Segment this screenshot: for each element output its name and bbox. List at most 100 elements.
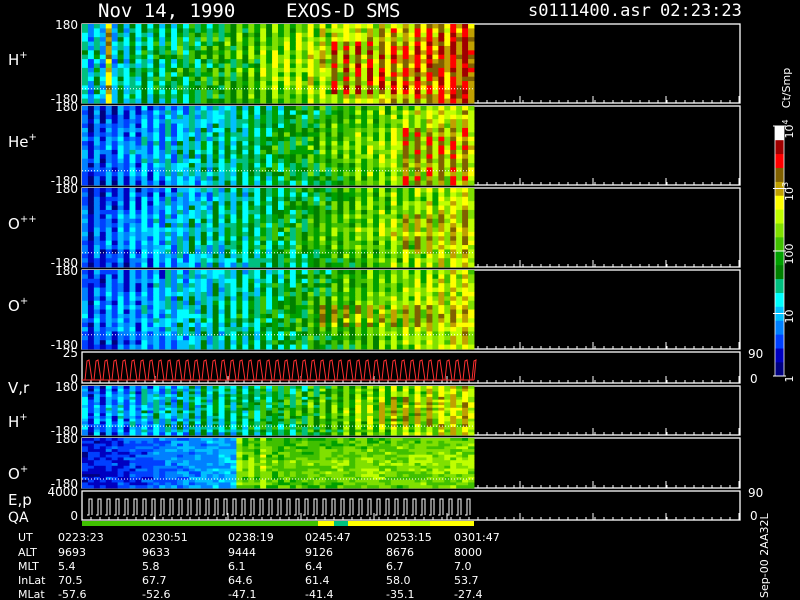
- spectrogram-cell: [248, 214, 255, 220]
- spectrogram-cell: [367, 141, 374, 146]
- spectrogram-cell: [355, 127, 362, 133]
- spectrogram-cell: [361, 149, 368, 155]
- spectrogram-cell: [105, 313, 113, 319]
- spectrogram-cell: [82, 236, 89, 242]
- spectrogram-cell: [349, 89, 356, 95]
- spectrogram-cell: [361, 253, 368, 259]
- spectrogram-cell: [367, 171, 374, 177]
- spectrogram-cell: [153, 123, 160, 129]
- spectrogram-cell: [283, 291, 291, 297]
- spectrogram-cell: [313, 72, 321, 78]
- spectrogram-cell: [272, 81, 279, 86]
- spectrogram-cell: [218, 145, 225, 151]
- spectrogram-cell: [159, 335, 166, 341]
- spectrogram-cell: [224, 258, 231, 264]
- spectrogram-cell: [343, 41, 350, 47]
- spectrogram-cell: [378, 37, 386, 43]
- spectrogram-cell: [153, 287, 160, 293]
- spectrogram-cell: [331, 274, 338, 280]
- spectrogram-cell: [260, 167, 267, 173]
- spectrogram-cell: [390, 98, 398, 104]
- spectrogram-cell: [153, 171, 160, 177]
- spectrogram-cell: [171, 132, 178, 138]
- spectrogram-cell: [153, 231, 160, 237]
- spectrogram-cell: [373, 322, 380, 328]
- spectrogram-cell: [408, 81, 416, 86]
- spectrogram-cell: [105, 141, 113, 146]
- spectrogram-cell: [99, 63, 107, 69]
- spectrogram-cell: [224, 158, 231, 164]
- spectrogram-cell: [283, 114, 291, 120]
- spectrogram-cell: [384, 305, 392, 310]
- spectrogram-cell: [147, 331, 154, 337]
- spectrogram-cell: [194, 45, 202, 51]
- spectrogram-cell: [337, 287, 344, 293]
- spectrogram-cell: [99, 192, 107, 198]
- spectrogram-cell: [349, 45, 356, 51]
- spectrogram-cell: [301, 145, 309, 151]
- spectrogram-cell: [408, 249, 416, 255]
- spectrogram-cell: [206, 141, 214, 146]
- spectrogram-cell: [260, 313, 267, 319]
- spectrogram-cell: [206, 180, 214, 186]
- spectrogram-cell: [206, 344, 214, 350]
- spectrogram-cell: [289, 76, 297, 82]
- spectrogram-cell: [325, 258, 332, 264]
- spectrogram-cell: [177, 245, 184, 250]
- spectrogram-cell: [313, 32, 321, 38]
- spectrogram-cell: [242, 94, 249, 100]
- spectrogram-cell: [396, 167, 404, 173]
- spectrogram-cell: [432, 110, 439, 116]
- spectrogram-cell: [111, 171, 119, 177]
- spectrogram-cell: [159, 28, 166, 34]
- spectrogram-cell: [289, 236, 297, 242]
- spectrogram-cell: [295, 300, 303, 306]
- spectrogram-cell: [384, 231, 392, 237]
- spectrogram-cell: [135, 300, 142, 306]
- spectrogram-cell: [367, 309, 374, 315]
- spectrogram-cell: [468, 209, 475, 215]
- spectrogram-cell: [361, 205, 368, 211]
- spectrogram-cell: [165, 72, 172, 78]
- spectrogram-cell: [200, 76, 208, 82]
- spectrogram-cell: [278, 322, 285, 328]
- spectrogram-cell: [355, 313, 362, 319]
- spectrogram-cell: [212, 223, 220, 228]
- spectrogram-cell: [135, 32, 142, 38]
- spectrogram-cell: [111, 262, 119, 268]
- spectrogram-cell: [147, 81, 154, 86]
- spectrogram-cell: [420, 287, 427, 293]
- spectrogram-cell: [373, 127, 380, 133]
- spectrogram-cell: [272, 176, 279, 182]
- spectrogram-cell: [117, 106, 125, 111]
- spectrogram-cell: [260, 287, 267, 293]
- spectrogram-cell: [177, 110, 184, 116]
- spectrogram-cell: [426, 227, 433, 233]
- spectrogram-cell: [444, 258, 451, 264]
- spectrogram-cell: [278, 141, 285, 146]
- spectrogram-cell: [408, 37, 416, 43]
- spectrogram-cell: [111, 335, 119, 341]
- spectrogram-cell: [278, 283, 285, 289]
- spectrogram-cell: [248, 67, 255, 73]
- spectrogram-cell: [349, 344, 356, 350]
- spectrogram-cell: [301, 141, 309, 146]
- spectrogram-cell: [301, 291, 309, 297]
- spectrogram-cell: [224, 167, 231, 173]
- spectrogram-cell: [188, 106, 196, 111]
- spectrogram-cell: [462, 136, 469, 142]
- spectrogram-cell: [396, 236, 404, 242]
- spectrogram-cell: [135, 176, 142, 182]
- spectrogram-cell: [129, 240, 136, 246]
- spectrogram-cell: [224, 262, 231, 268]
- spectrogram-cell: [105, 136, 113, 142]
- spectrogram-cell: [194, 59, 202, 64]
- spectrogram-cell: [230, 163, 237, 168]
- spectrogram-cell: [224, 141, 231, 146]
- spectrogram-cell: [159, 41, 166, 47]
- spectrogram-cell: [361, 340, 368, 346]
- spectrogram-cell: [295, 327, 303, 332]
- spectrogram-cell: [254, 176, 261, 182]
- spectrogram-cell: [384, 340, 392, 346]
- spectrogram-cell: [87, 231, 95, 237]
